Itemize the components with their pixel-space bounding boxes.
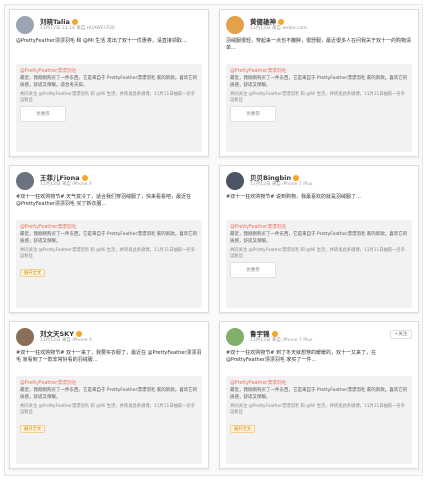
post-header: 刘文天SKY 11月12日 来自 iPhone X [16, 328, 202, 346]
post-text: #双十一狂欢购物节# 说到购物，我最喜欢的就是羽绒服了… [226, 194, 361, 200]
post-text: @PrettyFeather漂漂羽毛 和 @Mi 生活 发出了双十一优惠券，请直… [16, 38, 187, 44]
post-meta: 11月12日 来自 weibo.com [250, 26, 307, 31]
avatar[interactable] [226, 16, 244, 34]
post-header: 王菲儿Fiona 11月12日 来自 iPhone X [16, 172, 202, 190]
repost-author[interactable]: @PrettyFeather漂漂羽毛 [230, 67, 408, 74]
post-header: 黄健雄神 11月12日 来自 weibo.com [226, 16, 412, 34]
coupon-thumbnail[interactable]: 优惠券 [20, 106, 66, 122]
repost-footer: 共同关注 @PrettyFeather漂漂羽毛 和 @Mi 生活，并转发此条微博… [20, 92, 195, 103]
post-text: #双十一狂欢购物节# 双十一来了，我要买衣服了，最近在 @PrettyFeath… [16, 350, 202, 363]
screenshot-sheet: 刘晓Talia 11月12日 21:14 来自 HUAWEI P30 @Pret… [4, 4, 423, 476]
repost-footer: 共同关注 @PrettyFeather漂漂羽毛 和 @Mi 生活，并转发此条微博… [230, 404, 405, 415]
repost-text: 最近，我刚刚购买了一件东西，它是来自于 PrettyFeather漂漂羽毛 家的… [230, 76, 408, 88]
avatar[interactable] [226, 172, 244, 190]
post-text: #双十一狂欢购物节# 到了冬天就想穿的暖暖的，双十一又来了，在 @PrettyF… [226, 350, 376, 363]
post-header: 贝贝Bingbin 11月12日 来自 iPhone 7 Plus [226, 172, 412, 190]
repost-author[interactable]: @PrettyFeather漂漂羽毛 [20, 67, 198, 74]
coupon-thumbnail[interactable]: 优惠券 [230, 262, 276, 278]
avatar[interactable] [16, 16, 34, 34]
avatar[interactable] [16, 328, 34, 346]
expand-link[interactable]: 展开全文 [230, 425, 256, 433]
repost-text: 最近，我刚刚购买了一件东西，它是来自于 PrettyFeather漂漂羽毛 家的… [230, 388, 408, 400]
post-meta: 11月12日 来自 iPhone X [40, 338, 93, 343]
post-meta: 11月12日 来自 iPhone 7 Plus [250, 338, 313, 343]
repost-box[interactable]: @PrettyFeather漂漂羽毛 最近，我刚刚购买了一件东西，它是来自于 P… [16, 64, 202, 152]
post-card: 刘晓Talia 11月12日 21:14 来自 HUAWEI P30 @Pret… [9, 9, 209, 157]
repost-box[interactable]: @PrettyFeather漂漂羽毛 最近，我刚刚购买了一件东西，它是来自于 P… [16, 376, 202, 464]
post-card: 刘文天SKY 11月12日 来自 iPhone X #双十一狂欢购物节# 双十一… [9, 321, 209, 469]
post-text: 羽绒服很轻，穿起来一点也不臃肿，很舒服，最近很多人在问我关于双十一的购物清单… [226, 38, 412, 51]
post-header: 鲁宇锦 11月12日 来自 iPhone 7 Plus +关注 [226, 328, 412, 346]
repost-box[interactable]: @PrettyFeather漂漂羽毛 最近，我刚刚购买了一件东西，它是来自于 P… [226, 376, 412, 464]
repost-box[interactable]: @PrettyFeather漂漂羽毛 最近，我刚刚购买了一件东西，它是来自于 P… [226, 64, 412, 152]
repost-footer: 共同关注 @PrettyFeather漂漂羽毛 和 @Mi 生活，并转发此条微博… [20, 248, 195, 259]
post-card: 贝贝Bingbin 11月12日 来自 iPhone 7 Plus #双十一狂欢… [219, 165, 419, 313]
repost-footer: 共同关注 @PrettyFeather漂漂羽毛 和 @Mi 生活，并转发此条微博… [230, 248, 405, 259]
repost-text: 最近，我刚刚购买了一件东西，它是来自于 PrettyFeather漂漂羽毛 家的… [20, 76, 198, 88]
avatar[interactable] [16, 172, 34, 190]
repost-author[interactable]: @PrettyFeather漂漂羽毛 [20, 379, 198, 386]
follow-button[interactable]: +关注 [390, 330, 412, 339]
avatar[interactable] [226, 328, 244, 346]
repost-author[interactable]: @PrettyFeather漂漂羽毛 [20, 223, 198, 230]
post-card: 鲁宇锦 11月12日 来自 iPhone 7 Plus +关注 #双十一狂欢购物… [219, 321, 419, 469]
repost-footer: 共同关注 @PrettyFeather漂漂羽毛 和 @Mi 生活，并转发此条微博… [230, 92, 405, 103]
post-card: 黄健雄神 11月12日 来自 weibo.com 羽绒服很轻，穿起来一点也不臃肿… [219, 9, 419, 157]
repost-text: 最近，我刚刚购买了一件东西，它是来自于 PrettyFeather漂漂羽毛 家的… [20, 388, 198, 400]
repost-box[interactable]: @PrettyFeather漂漂羽毛 最近，我刚刚购买了一件东西，它是来自于 P… [16, 220, 202, 308]
post-text: #双十一狂欢购物节# 天气变冷了，适合我们穿羽绒服了，快来看看吧，最近在 @Pr… [16, 194, 191, 207]
repost-text: 最近，我刚刚购买了一件东西，它是来自于 PrettyFeather漂漂羽毛 家的… [20, 232, 198, 244]
post-meta: 11月12日 来自 iPhone X [40, 182, 93, 187]
post-meta: 11月12日 21:14 来自 HUAWEI P30 [40, 26, 115, 31]
repost-text: 最近，我刚刚购买了一件东西，它是来自于 PrettyFeather漂漂羽毛 家的… [230, 232, 408, 244]
post-card: 王菲儿Fiona 11月12日 来自 iPhone X #双十一狂欢购物节# 天… [9, 165, 209, 313]
post-header: 刘晓Talia 11月12日 21:14 来自 HUAWEI P30 [16, 16, 202, 34]
expand-link[interactable]: 展开全文 [20, 425, 46, 433]
repost-author[interactable]: @PrettyFeather漂漂羽毛 [230, 223, 408, 230]
repost-box[interactable]: @PrettyFeather漂漂羽毛 最近，我刚刚购买了一件东西，它是来自于 P… [226, 220, 412, 308]
expand-link[interactable]: 展开全文 [20, 269, 46, 277]
repost-footer: 共同关注 @PrettyFeather漂漂羽毛 和 @Mi 生活，并转发此条微博… [20, 404, 195, 415]
repost-author[interactable]: @PrettyFeather漂漂羽毛 [230, 379, 408, 386]
post-meta: 11月12日 来自 iPhone 7 Plus [250, 182, 313, 187]
coupon-thumbnail[interactable]: 优惠券 [230, 106, 276, 122]
